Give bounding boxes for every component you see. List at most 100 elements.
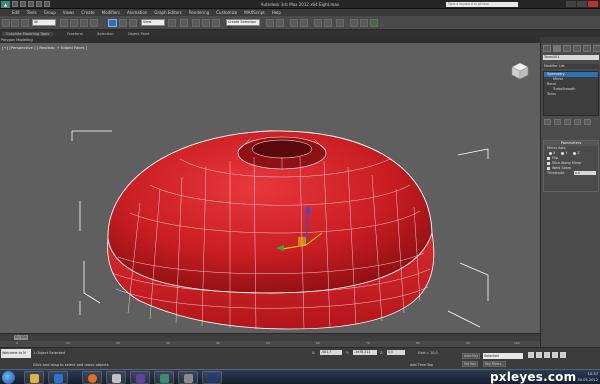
taskbar-3dsmax[interactable] — [154, 371, 174, 384]
material-editor-icon[interactable] — [336, 19, 344, 27]
parameters-rollout: Parameters Mirror Axis: X Y Z Flip Slice… — [543, 140, 599, 192]
add-time-tag-button[interactable]: Add Time Tag — [410, 363, 433, 367]
object-name-field[interactable]: Torus001 — [543, 55, 599, 60]
taskbar-firefox[interactable] — [82, 371, 102, 384]
modifier-list-dropdown[interactable]: Modifier List — [543, 64, 599, 69]
taskbar-photoshop[interactable] — [202, 371, 222, 384]
configure-modifier-sets-icon[interactable] — [584, 119, 591, 125]
display-tab-icon[interactable] — [583, 45, 591, 52]
select-manipulate-icon[interactable] — [180, 19, 188, 27]
maxscript-listener[interactable]: Welcome to M — [1, 349, 31, 358]
pivot-center-icon[interactable] — [168, 19, 176, 27]
named-selection-sets-dropdown[interactable]: Create Selection Se — [226, 19, 260, 29]
redo-icon[interactable] — [11, 19, 19, 27]
menu-item[interactable]: Rendering — [189, 10, 209, 15]
rotate-icon[interactable] — [119, 19, 127, 27]
create-tab-icon[interactable] — [543, 45, 551, 52]
menu-item[interactable]: MAXScript — [244, 10, 265, 15]
checkbox-icon — [547, 166, 550, 170]
prompt-line: Click and drag to select and move object… — [33, 363, 109, 367]
schematic-view-icon[interactable] — [324, 19, 332, 27]
threshold-spinner[interactable]: 0.0 — [574, 171, 596, 175]
remove-modifier-icon[interactable] — [574, 119, 581, 125]
x-coordinate-field[interactable]: -581,7 — [320, 350, 342, 355]
reference-coordinate-dropdown[interactable]: View — [141, 19, 165, 26]
torus-mesh[interactable] — [107, 130, 435, 330]
minimize-icon[interactable] — [566, 1, 576, 7]
menu-item[interactable]: Customize — [216, 10, 237, 15]
move-icon[interactable] — [108, 19, 117, 27]
modify-tab-icon[interactable] — [553, 45, 561, 52]
menu-item[interactable]: Group — [44, 10, 56, 15]
motion-tab-icon[interactable] — [573, 45, 581, 52]
taskbar-media[interactable] — [48, 371, 68, 384]
app-icon — [136, 374, 145, 383]
key-mode-dropdown[interactable]: Selected — [483, 353, 523, 359]
z-coordinate-field[interactable]: 0,0 — [387, 350, 405, 355]
tab-object-paint[interactable]: Object Paint — [128, 32, 150, 36]
select-by-name-icon[interactable] — [70, 19, 78, 27]
taskbar-app[interactable] — [178, 371, 198, 384]
rendered-frame-window-icon[interactable] — [360, 19, 368, 27]
orbit-icon[interactable] — [552, 352, 558, 358]
maximize-icon[interactable] — [577, 1, 587, 7]
system-clock[interactable]: 10:37 30.05.2012 — [577, 371, 598, 383]
start-button-icon[interactable] — [2, 371, 15, 384]
select-object-icon[interactable] — [60, 19, 68, 27]
make-unique-icon[interactable] — [564, 119, 571, 125]
perspective-viewport[interactable]: [+] [Perspective ] [ Realistic + Edged F… — [0, 43, 540, 333]
menu-item[interactable]: Help — [272, 10, 281, 15]
region-select-icon[interactable] — [80, 19, 88, 27]
zoom-extents-icon[interactable] — [544, 352, 550, 358]
show-end-result-icon[interactable] — [554, 119, 561, 125]
tab-graphite-modeling-tools[interactable]: Graphite Modeling Tools — [2, 31, 54, 36]
taskbar-app[interactable] — [130, 371, 150, 384]
key-filters-button[interactable]: Key Filters... — [483, 361, 507, 367]
time-slider[interactable]: 0 / 100 — [0, 333, 540, 341]
link-icon[interactable] — [21, 19, 29, 27]
mirror-icon[interactable] — [266, 19, 274, 27]
zoom-icon[interactable] — [528, 352, 534, 358]
menu-item[interactable]: Graph Editors — [154, 10, 181, 15]
auto-key-button[interactable]: Auto Key — [462, 353, 481, 359]
layer-manager-icon[interactable] — [290, 19, 298, 27]
y-coordinate-field[interactable]: -1978,211 — [353, 350, 377, 355]
viewcube-icon[interactable] — [508, 61, 532, 81]
percent-snap-icon[interactable] — [212, 19, 220, 27]
graphite-tools-icon[interactable] — [300, 19, 308, 27]
tab-freeform[interactable]: Freeform — [67, 32, 83, 36]
taskbar-app[interactable] — [106, 371, 126, 384]
search-input[interactable]: Type a keyword or phrase — [446, 2, 518, 7]
viewport-navigation-controls — [528, 352, 566, 358]
curve-editor-icon[interactable] — [314, 19, 322, 27]
zoom-all-icon[interactable] — [536, 352, 542, 358]
set-key-button[interactable]: Set Key — [462, 361, 479, 367]
menu-item[interactable]: Modifiers — [102, 10, 120, 15]
3dsmax-icon — [160, 374, 169, 383]
close-icon[interactable] — [588, 1, 598, 7]
render-production-icon[interactable] — [370, 19, 378, 27]
scale-icon[interactable] — [129, 19, 137, 27]
ribbon-tabs: Graphite Modeling Tools Freeform Selecti… — [0, 30, 600, 37]
tab-selection[interactable]: Selection — [97, 32, 114, 36]
window-crossing-icon[interactable] — [90, 19, 98, 27]
undo-icon[interactable] — [2, 19, 10, 27]
utilities-tab-icon[interactable] — [593, 45, 600, 52]
selection-filter-dropdown[interactable]: All — [32, 19, 56, 26]
time-slider-handle[interactable]: 0 / 100 — [14, 335, 28, 340]
hierarchy-tab-icon[interactable] — [563, 45, 571, 52]
ruler-tick-label: 80 — [416, 341, 420, 345]
menu-item[interactable]: Edit — [12, 10, 20, 15]
taskbar-explorer[interactable] — [24, 371, 44, 384]
maximize-viewport-icon[interactable] — [560, 352, 566, 358]
menu-item[interactable]: Tools — [27, 10, 37, 15]
pin-stack-icon[interactable] — [544, 119, 551, 125]
snaps-toggle-icon[interactable] — [192, 19, 200, 27]
menu-item[interactable]: Create — [81, 10, 94, 15]
menu-item[interactable]: Views — [63, 10, 75, 15]
stack-item[interactable]: Torus — [544, 92, 598, 97]
align-icon[interactable] — [276, 19, 284, 27]
render-setup-icon[interactable] — [350, 19, 358, 27]
menu-item[interactable]: Animation — [127, 10, 147, 15]
angle-snap-icon[interactable] — [202, 19, 210, 27]
